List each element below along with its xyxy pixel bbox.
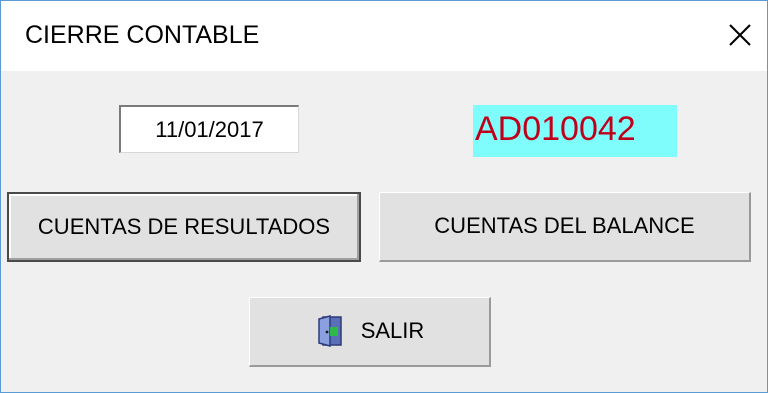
cuentas-del-balance-button[interactable]: CUENTAS DEL BALANCE [379,192,751,262]
close-icon [729,24,751,46]
cuentas-de-resultados-label: CUENTAS DE RESULTADOS [37,214,331,239]
window-title: CIERRE CONTABLE [25,21,260,49]
date-field[interactable] [119,105,299,153]
cuentas-de-resultados-button[interactable]: CUENTAS DE RESULTADOS [7,192,361,262]
title-bar: CIERRE CONTABLE [1,1,767,71]
exit-door-icon [317,315,342,347]
close-button[interactable] [713,1,767,71]
code-label: AD010042 [473,105,677,157]
salir-label: SALIR [360,318,425,343]
cuentas-del-balance-label: CUENTAS DEL BALANCE [434,213,695,238]
dialog-window: CIERRE CONTABLE AD010042 CUENTAS DE RESU… [0,0,768,393]
salir-button[interactable]: SALIR [249,297,491,367]
